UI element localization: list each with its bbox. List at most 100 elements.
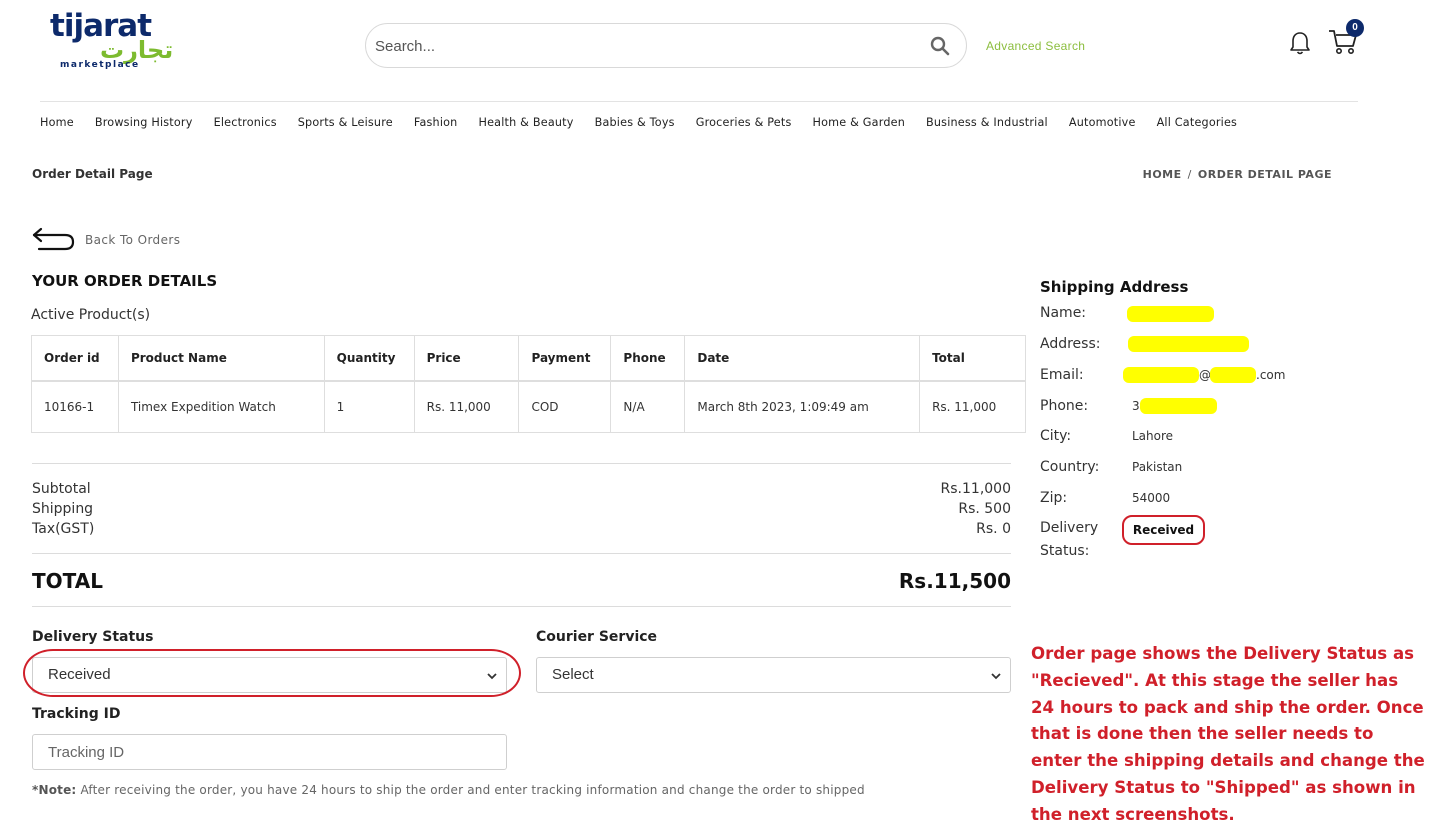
delivery-status-selected: Received	[48, 666, 111, 683]
logo-subtitle: marketplace	[60, 60, 140, 70]
shipping-country-value: Pakistan	[1132, 460, 1183, 474]
breadcrumb-home[interactable]: HOME	[1143, 168, 1182, 181]
column-header: Order id	[31, 335, 119, 382]
cell-payment: COD	[518, 380, 612, 433]
delivery-status-select[interactable]: Received	[32, 657, 507, 693]
delivery-label-line1: Delivery	[1040, 520, 1099, 536]
search-icon[interactable]	[930, 36, 950, 56]
redacted-email-user	[1123, 367, 1199, 383]
category-nav: Home Browsing History Electronics Sports…	[40, 116, 1237, 129]
shipping-email-label: Email:	[1040, 367, 1084, 383]
tax-label: Tax(GST)	[32, 521, 95, 537]
breadcrumb: HOME / ORDER DETAIL PAGE	[1143, 168, 1332, 181]
advanced-search-link[interactable]: Advanced Search	[986, 39, 1085, 53]
total-row: TOTAL Rs.11,500	[32, 569, 1011, 593]
delivery-label-line2: Status:	[1040, 543, 1090, 559]
email-domain-suffix: .com	[1256, 368, 1286, 382]
back-to-orders-button[interactable]: Back To Orders	[31, 224, 180, 254]
table-header-row: Order id Product Name Quantity Price Pay…	[31, 335, 1026, 382]
shipping-row: Shipping Rs. 500	[32, 499, 1011, 519]
back-arrow-icon	[32, 227, 75, 251]
cell-quantity: 1	[323, 380, 415, 433]
redacted-name	[1127, 306, 1214, 322]
courier-service-select[interactable]: Select	[536, 657, 1011, 693]
summary-divider-bottom	[32, 606, 1011, 607]
cell-product-name: Timex Expedition Watch	[117, 380, 325, 433]
nav-item-groceries-pets[interactable]: Groceries & Pets	[696, 116, 792, 129]
shipping-address-label: Address:	[1040, 336, 1101, 352]
total-label: TOTAL	[32, 569, 103, 593]
summary-divider-mid	[32, 553, 1011, 554]
column-header: Date	[684, 335, 921, 382]
nav-item-sports-leisure[interactable]: Sports & Leisure	[298, 116, 393, 129]
nav-item-home[interactable]: Home	[40, 116, 74, 129]
phone-prefix: 3	[1132, 399, 1140, 413]
note-text: After receiving the order, you have 24 h…	[76, 783, 865, 797]
subtotal-label: Subtotal	[32, 481, 91, 497]
tracking-id-label: Tracking ID	[32, 706, 121, 722]
shipping-address-heading: Shipping Address	[1040, 278, 1189, 296]
subtotal-value: Rs.11,000	[940, 481, 1011, 497]
cell-order-id: 10166-1	[31, 380, 119, 433]
shipping-name-label: Name:	[1040, 305, 1087, 321]
breadcrumb-current: ORDER DETAIL PAGE	[1197, 168, 1332, 181]
shipping-zip-value: 54000	[1132, 491, 1171, 505]
redacted-address	[1128, 336, 1249, 352]
shipping-city-label: City:	[1040, 428, 1072, 444]
chevron-down-icon	[487, 673, 497, 680]
column-header: Phone	[610, 335, 686, 382]
column-header: Total	[919, 335, 1026, 382]
nav-item-fashion[interactable]: Fashion	[414, 116, 458, 129]
cell-date: March 8th 2023, 1:09:49 am	[684, 380, 921, 433]
cell-phone: N/A	[610, 380, 686, 433]
nav-item-babies-toys[interactable]: Babies & Toys	[595, 116, 675, 129]
shipping-city-value: Lahore	[1132, 429, 1174, 443]
page-title: Order Detail Page	[32, 167, 153, 181]
tracking-id-input[interactable]	[32, 734, 507, 770]
delivery-status-label: Delivery Status	[32, 629, 154, 645]
shipping-value: Rs. 500	[958, 501, 1011, 517]
tax-row: Tax(GST) Rs. 0	[32, 519, 1011, 539]
shipping-zip-label: Zip:	[1040, 490, 1068, 506]
courier-service-label: Courier Service	[536, 629, 658, 645]
orders-table: Order id Product Name Quantity Price Pay…	[31, 335, 1026, 433]
nav-item-automotive[interactable]: Automotive	[1069, 116, 1136, 129]
shipping-note: *Note: After receiving the order, you ha…	[32, 783, 865, 797]
shipping-label: Shipping	[32, 501, 94, 517]
header-divider	[40, 101, 1358, 102]
nav-item-all-categories[interactable]: All Categories	[1157, 116, 1238, 129]
redacted-email-domain	[1210, 367, 1256, 383]
nav-item-home-garden[interactable]: Home & Garden	[813, 116, 905, 129]
subtotal-row: Subtotal Rs.11,000	[32, 479, 1011, 499]
nav-item-electronics[interactable]: Electronics	[214, 116, 277, 129]
order-details-heading: YOUR ORDER DETAILS	[32, 272, 218, 290]
nav-item-business-industrial[interactable]: Business & Industrial	[926, 116, 1048, 129]
column-header: Quantity	[323, 335, 415, 382]
chevron-down-icon	[991, 673, 1001, 680]
cart-count-badge: 0	[1346, 19, 1364, 37]
summary-divider-top	[32, 463, 1011, 464]
table-row: 10166-1 Timex Expedition Watch 1 Rs. 11,…	[31, 380, 1026, 433]
total-value: Rs.11,500	[898, 569, 1011, 593]
note-prefix: *Note:	[32, 783, 77, 797]
shipping-delivery-label: Delivery Status:	[1040, 517, 1098, 563]
delivery-status-badge: Received	[1122, 515, 1205, 545]
search-bar	[365, 23, 967, 68]
shipping-phone-label: Phone:	[1040, 398, 1089, 414]
back-to-orders-label: Back To Orders	[85, 233, 181, 247]
cell-total: Rs. 11,000	[919, 380, 1026, 433]
column-header: Price	[413, 335, 520, 382]
column-header: Payment	[518, 335, 612, 382]
site-logo[interactable]: tijarat تجارت marketplace	[48, 8, 173, 74]
shipping-country-label: Country:	[1040, 459, 1100, 475]
bell-icon[interactable]	[1288, 30, 1312, 56]
active-products-label: Active Product(s)	[31, 307, 151, 323]
courier-service-selected: Select	[552, 666, 594, 683]
annotation-callout: Order page shows the Delivery Status as …	[1031, 644, 1425, 824]
nav-item-browsing-history[interactable]: Browsing History	[95, 116, 193, 129]
tax-value: Rs. 0	[976, 521, 1011, 537]
nav-item-health-beauty[interactable]: Health & Beauty	[478, 116, 573, 129]
search-input[interactable]	[375, 34, 915, 58]
column-header: Product Name	[117, 335, 325, 382]
breadcrumb-separator: /	[1187, 168, 1192, 181]
